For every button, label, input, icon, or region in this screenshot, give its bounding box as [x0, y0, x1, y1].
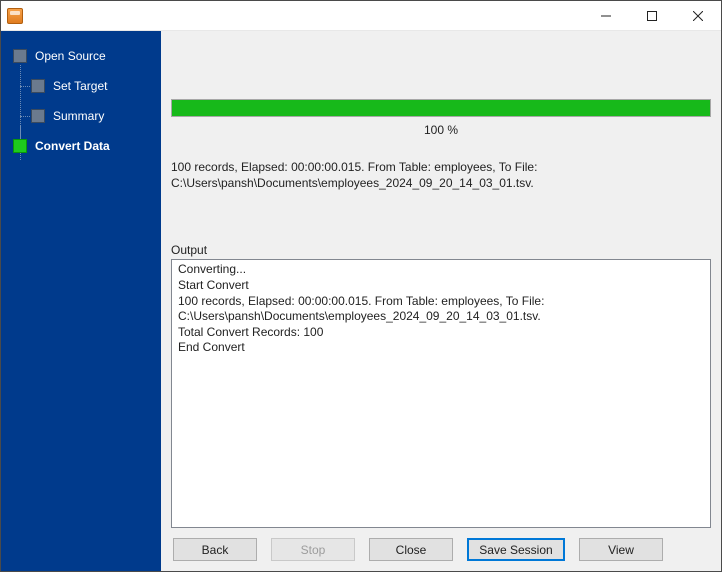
step-icon	[13, 139, 27, 153]
sidebar-item-label: Open Source	[35, 49, 106, 63]
sidebar-item-label: Summary	[53, 109, 104, 123]
progress-percent-label: 100 %	[171, 123, 711, 137]
output-line: Converting...	[178, 262, 704, 278]
sidebar-item-label: Set Target	[53, 79, 107, 93]
progress-bar	[171, 99, 711, 117]
window-controls	[583, 1, 721, 30]
button-row: Back Stop Close Save Session View	[171, 528, 711, 565]
step-icon	[13, 49, 27, 63]
close-button[interactable]: Close	[369, 538, 453, 561]
output-line: Total Convert Records: 100	[178, 325, 704, 341]
stop-button: Stop	[271, 538, 355, 561]
back-button[interactable]: Back	[173, 538, 257, 561]
app-window: Open Source Set Target Summary Convert D…	[0, 0, 722, 572]
save-session-button[interactable]: Save Session	[467, 538, 565, 561]
sidebar-item-convert-data[interactable]: Convert Data	[1, 131, 161, 161]
title-bar[interactable]	[1, 1, 721, 31]
status-line: 100 records, Elapsed: 00:00:00.015. From…	[171, 159, 711, 175]
minimize-button[interactable]	[583, 1, 629, 30]
view-button[interactable]: View	[579, 538, 663, 561]
window-close-button[interactable]	[675, 1, 721, 30]
output-label: Output	[171, 243, 711, 257]
output-line: 100 records, Elapsed: 00:00:00.015. From…	[178, 294, 704, 325]
output-textarea[interactable]: Converting...Start Convert100 records, E…	[171, 259, 711, 528]
main-panel: 100 % 100 records, Elapsed: 00:00:00.015…	[161, 31, 721, 571]
sidebar-item-summary[interactable]: Summary	[1, 101, 161, 131]
sidebar-item-set-target[interactable]: Set Target	[1, 71, 161, 101]
sidebar-item-label: Convert Data	[35, 139, 110, 153]
step-icon	[31, 79, 45, 93]
output-line: End Convert	[178, 340, 704, 356]
app-icon	[7, 8, 23, 24]
output-section: Output Converting...Start Convert100 rec…	[171, 243, 711, 528]
progress-area: 100 %	[171, 99, 711, 137]
sidebar-item-open-source[interactable]: Open Source	[1, 41, 161, 71]
status-text: 100 records, Elapsed: 00:00:00.015. From…	[171, 159, 711, 191]
wizard-sidebar: Open Source Set Target Summary Convert D…	[1, 31, 161, 571]
maximize-button[interactable]	[629, 1, 675, 30]
output-line: Start Convert	[178, 278, 704, 294]
status-line: C:\Users\pansh\Documents\employees_2024_…	[171, 175, 711, 191]
step-icon	[31, 109, 45, 123]
